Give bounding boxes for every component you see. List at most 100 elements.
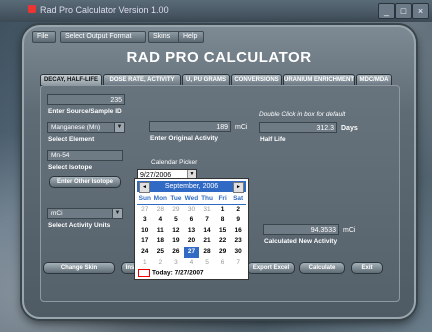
source-id-label: Enter Source/Sample ID — [48, 108, 122, 115]
menu-select-output-format[interactable]: Select Output Format — [60, 31, 146, 43]
new-activity-label: Calculated New Activity — [264, 238, 338, 245]
source-id-field[interactable]: 235 — [47, 94, 125, 105]
calendar-day[interactable]: 20 — [184, 236, 200, 247]
calendar-day[interactable]: 29 — [168, 205, 184, 216]
calendar-grid: Sun Mon Tue Wed Thu Fri Sat 27 28 29 30 31 1 2 3 4 5 6 7 8 9… — [137, 194, 246, 268]
menu-skins[interactable]: Skins — [148, 31, 180, 43]
isotope-select[interactable]: Mn-54 — [47, 150, 123, 161]
calendar-day[interactable]: 2 — [230, 205, 246, 216]
calculate-button[interactable]: Calculate — [299, 262, 345, 274]
calendar-dow: Wed — [183, 194, 200, 205]
half-life-label: Half Life — [260, 136, 286, 143]
calendar-day[interactable]: 4 — [153, 215, 169, 226]
calendar-day[interactable]: 4 — [184, 258, 200, 269]
close-icon[interactable]: × — [412, 3, 429, 19]
calendar-month-label: September, 2006 — [164, 183, 219, 190]
calendar-week-row: 1234567 — [137, 258, 246, 269]
calendar-day[interactable]: 22 — [215, 236, 231, 247]
window-title: Rad Pro Calculator Version 1.00 — [40, 5, 169, 15]
calendar-day[interactable]: 17 — [137, 236, 153, 247]
calendar-day[interactable]: 21 — [199, 236, 215, 247]
calendar-day[interactable]: 27 — [137, 205, 153, 216]
calendar-today[interactable]: Today: 7/27/2007 — [138, 269, 204, 277]
menu-help[interactable]: Help — [178, 31, 204, 43]
calendar-day[interactable]: 30 — [184, 205, 200, 216]
calendar-day[interactable]: 7 — [230, 258, 246, 269]
change-skin-button[interactable]: Change Skin — [43, 262, 115, 274]
next-month-icon[interactable]: ► — [233, 182, 244, 193]
calendar-week-row: 17 18 19 20 21 22 23 — [137, 236, 246, 247]
calendar-day[interactable]: 3 — [168, 258, 184, 269]
calendar-day[interactable]: 15 — [215, 226, 231, 237]
calendar-day[interactable]: 2 — [153, 258, 169, 269]
previous-month-icon[interactable]: ◄ — [139, 182, 150, 193]
half-life-field[interactable]: 312.3 — [259, 122, 337, 133]
element-label: Select Element — [48, 136, 95, 143]
calendar-day[interactable]: 3 — [137, 215, 153, 226]
minimize-icon[interactable]: _ — [378, 3, 395, 19]
today-label: Today: 7/27/2007 — [152, 269, 204, 277]
today-marker-icon — [138, 269, 150, 277]
calendar-dow: Fri — [214, 194, 231, 205]
element-select-value: Manganese (Mn) — [51, 124, 101, 131]
calendar-day[interactable]: 8 — [215, 215, 231, 226]
calendar-dow: Thu — [199, 194, 215, 205]
calendar-header: ◄ September, 2006 ► — [137, 181, 246, 193]
new-activity-field: 94.3533 — [263, 224, 339, 235]
calendar-day[interactable]: 26 — [168, 247, 184, 258]
calendar-day[interactable]: 10 — [137, 226, 153, 237]
calendar-day[interactable]: 1 — [137, 258, 153, 269]
calendar-day[interactable]: 14 — [199, 226, 215, 237]
calendar-day[interactable]: 30 — [230, 247, 246, 258]
calendar-day[interactable]: 27 — [183, 246, 200, 258]
calendar-dow: Tue — [168, 194, 184, 205]
calendar-day[interactable]: 29 — [215, 247, 231, 258]
half-life-hint: Double Click in box for default — [259, 111, 346, 118]
isotope-select-value: Mn-54 — [51, 152, 70, 159]
calendar-day[interactable]: 19 — [168, 236, 184, 247]
calendar-day[interactable]: 6 — [215, 258, 231, 269]
activity-units-value: mCi — [51, 210, 63, 217]
calendar-picker-label: Calendar Picker — [151, 159, 198, 166]
calendar-dow: Sat — [230, 194, 246, 205]
isotope-label: Select Isotope — [48, 164, 93, 171]
calendar-week-row: 27 28 29 30 31 1 2 — [137, 205, 246, 216]
calendar-day[interactable]: 28 — [153, 205, 169, 216]
calendar-day[interactable]: 7 — [199, 215, 215, 226]
chevron-down-icon: ▼ — [112, 209, 122, 218]
calendar-dow: Mon — [152, 194, 169, 205]
calendar-dow: Sun — [137, 194, 153, 205]
original-activity-label: Enter Original Activity — [150, 135, 219, 142]
calendar-day[interactable]: 6 — [184, 215, 200, 226]
app-icon — [28, 5, 36, 13]
calendar-week-row: 10 11 12 13 14 15 16 — [137, 226, 246, 237]
calendar-day[interactable]: 28 — [199, 247, 215, 258]
calendar-day[interactable]: 31 — [199, 205, 215, 216]
window-titlebar: Rad Pro Calculator Version 1.00 _ □ × — [0, 0, 432, 22]
activity-units-select[interactable]: mCi ▼ — [47, 208, 123, 219]
calendar-day[interactable]: 5 — [168, 215, 184, 226]
original-activity-unit: mCi — [235, 124, 248, 131]
calendar-day[interactable]: 11 — [153, 226, 169, 237]
calendar-day[interactable]: 25 — [153, 247, 169, 258]
calendar-day[interactable]: 1 — [215, 205, 231, 216]
calendar-day[interactable]: 9 — [230, 215, 246, 226]
chevron-down-icon: ▼ — [114, 123, 124, 132]
calendar-day[interactable]: 13 — [184, 226, 200, 237]
calendar-day[interactable]: 24 — [137, 247, 153, 258]
calendar-day[interactable]: 5 — [199, 258, 215, 269]
export-excel-button[interactable]: Export Excel — [247, 262, 295, 274]
original-activity-field[interactable]: 189 — [149, 121, 231, 132]
enter-other-isotope-button[interactable]: Enter Other Isotope — [49, 176, 121, 188]
calendar-dow-row: Sun Mon Tue Wed Thu Fri Sat — [137, 194, 246, 205]
calendar-day[interactable]: 16 — [230, 226, 246, 237]
element-select[interactable]: Manganese (Mn) ▼ — [47, 122, 125, 133]
menu-file[interactable]: File — [32, 31, 56, 43]
calendar-week-row: 24 25 26 27 28 29 30 — [137, 246, 246, 258]
exit-button[interactable]: Exit — [351, 262, 383, 274]
calendar-day[interactable]: 18 — [153, 236, 169, 247]
calendar-day[interactable]: 12 — [168, 226, 184, 237]
calendar-day[interactable]: 23 — [230, 236, 246, 247]
maximize-icon[interactable]: □ — [395, 3, 412, 19]
calendar-dropdown: ◄ September, 2006 ► Sun Mon Tue Wed Thu Fri Sa… — [134, 178, 249, 280]
